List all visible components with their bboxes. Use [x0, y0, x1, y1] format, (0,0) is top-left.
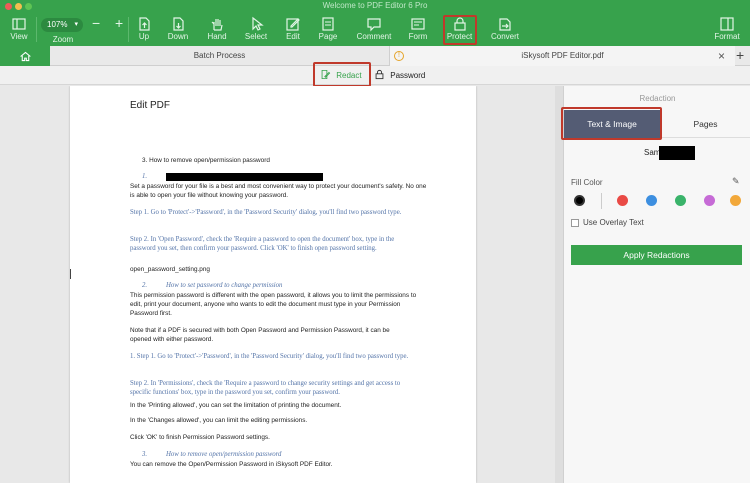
page-heading: Edit PDF [130, 100, 171, 111]
list-item: 3. How to remove open/permission passwor… [142, 157, 270, 164]
window-title: Welcome to PDF Editor 6 Pro [322, 1, 428, 10]
step-text: 1. Step 1. Go to 'Protect'->'Password', … [130, 353, 409, 360]
comment-button[interactable]: Comment [354, 13, 394, 46]
vertical-scrollbar[interactable] [555, 86, 563, 483]
convert-button[interactable]: Convert [488, 13, 522, 46]
warning-icon: ! [394, 51, 404, 61]
eyedropper-icon[interactable]: ✎ [732, 176, 740, 187]
paragraph: This permission password is different wi… [130, 292, 417, 317]
protect-highlight [443, 15, 477, 45]
lock-icon [375, 69, 384, 80]
home-tab[interactable] [0, 46, 50, 66]
color-swatch-black[interactable] [574, 195, 585, 206]
app-window: Welcome to PDF Editor 6 Pro View 107% ▾ −… [0, 0, 750, 483]
step-text: Step 1. Go to 'Protect'->'Password', in … [130, 209, 402, 216]
page-up-button[interactable]: Up [132, 13, 156, 46]
section-heading: How to set password to change permission [166, 282, 283, 289]
convert-icon [488, 13, 522, 32]
page-button[interactable]: Page [314, 13, 342, 46]
redaction-bar [166, 173, 323, 181]
toolbar-separator [36, 17, 37, 42]
hand-button[interactable]: Hand [203, 13, 231, 46]
redact-highlight [313, 62, 371, 87]
hand-icon [203, 13, 231, 32]
new-tab-button[interactable]: + [736, 47, 744, 63]
pdf-page[interactable]: Edit PDF 3. How to remove open/permissio… [70, 86, 476, 483]
edit-icon [280, 13, 306, 32]
text-cursor [70, 269, 71, 279]
main-toolbar: View 107% ▾ − + Zoom Up Down Hand Select … [0, 13, 750, 46]
sidebar-icon [4, 13, 34, 32]
apply-redactions-button[interactable]: Apply Redactions [571, 245, 742, 265]
redaction-sample: Sam [644, 148, 661, 157]
image-filename: open_password_setting.png [130, 266, 210, 273]
step-text: Step 2. In 'Permissions', check the 'Req… [130, 380, 401, 396]
paragraph: In the 'Printing allowed', you can set t… [130, 402, 342, 409]
close-tab-button[interactable]: × [718, 49, 725, 63]
color-swatch-red[interactable] [617, 195, 628, 206]
list-number: 3. [142, 451, 148, 458]
paragraph: In the 'Changes allowed', you can limit … [130, 417, 308, 424]
paragraph: Click 'OK' to finish Permission Password… [130, 434, 270, 441]
tab-pages[interactable]: Pages [660, 110, 750, 138]
edit-button[interactable]: Edit [280, 13, 306, 46]
cursor-icon [241, 13, 271, 32]
page-down-icon [164, 13, 192, 32]
toolbar-separator [128, 17, 129, 42]
title-bar: Welcome to PDF Editor 6 Pro [0, 0, 750, 13]
select-button[interactable]: Select [241, 13, 271, 46]
color-swatch-purple[interactable] [704, 195, 715, 206]
comment-icon [354, 13, 394, 32]
overlay-text-label: Use Overlay Text [583, 218, 644, 227]
view-button[interactable]: View [4, 13, 34, 46]
swatch-divider [601, 193, 602, 209]
zoom-label: Zoom [52, 35, 74, 44]
paragraph: You can remove the Open/Permission Passw… [130, 461, 333, 468]
paragraph: Note that if a PDF is secured with both … [130, 327, 390, 343]
page-icon [314, 13, 342, 32]
list-number: 2. [142, 282, 148, 289]
page-up-icon [132, 13, 156, 32]
section-heading: How to remove open/permission password [166, 451, 282, 458]
document-tab-bar: Batch Process iSkysoft PDF Editor.pdf ! … [0, 46, 750, 66]
color-swatch-orange[interactable] [730, 195, 741, 206]
password-button[interactable]: Password [374, 68, 430, 83]
paragraph: Set a password for your file is a best a… [130, 183, 427, 199]
color-swatch-green[interactable] [675, 195, 686, 206]
home-icon [19, 51, 31, 61]
form-button[interactable]: Form [404, 13, 432, 46]
format-icon [710, 13, 744, 32]
panel-title: Redaction [639, 94, 676, 103]
zoom-in-button[interactable]: + [115, 16, 123, 30]
tab-highlight [561, 107, 662, 140]
overlay-text-checkbox[interactable] [571, 219, 579, 227]
tab-document[interactable]: iSkysoft PDF Editor.pdf [390, 46, 735, 66]
document-viewer[interactable]: Edit PDF 3. How to remove open/permissio… [0, 86, 555, 483]
sample-redaction-bar [659, 146, 695, 160]
color-swatch-blue[interactable] [646, 195, 657, 206]
page-down-button[interactable]: Down [164, 13, 192, 46]
form-icon [404, 13, 432, 32]
redaction-panel: Redaction Text & Image Pages Sam Fill Co… [561, 86, 750, 483]
step-text: Step 2. In 'Open Password', check the 'R… [130, 236, 395, 252]
fill-color-label: Fill Color [571, 178, 603, 187]
zoom-out-button[interactable]: − [92, 16, 100, 30]
protect-subtoolbar: Redact Password [0, 62, 750, 87]
list-number: 1. [142, 173, 148, 180]
format-button[interactable]: Format [710, 13, 744, 46]
